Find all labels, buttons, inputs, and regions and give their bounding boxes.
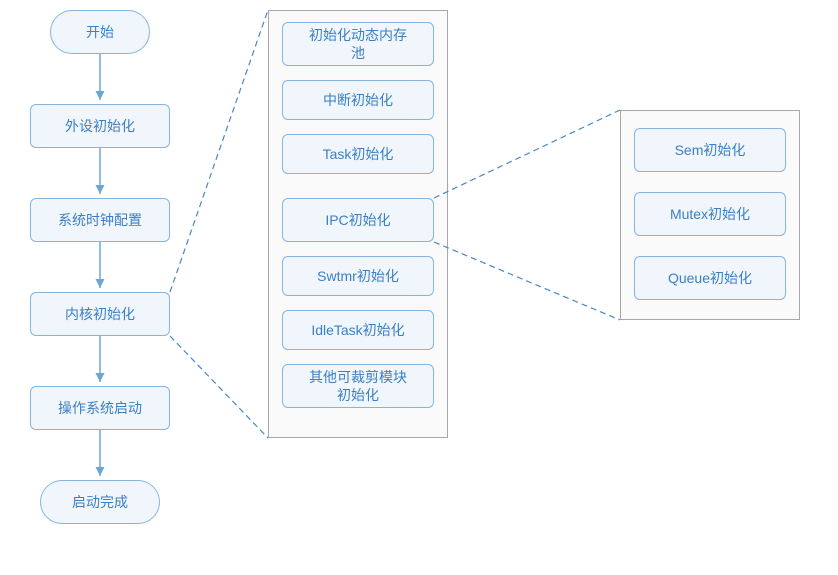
mutex-init-label: Mutex初始化 (670, 205, 750, 223)
swtmr-init-label: Swtmr初始化 (317, 267, 399, 285)
sem-init-label: Sem初始化 (675, 141, 746, 159)
start-label: 开始 (86, 23, 114, 41)
interrupt-init-label: 中断初始化 (323, 91, 393, 109)
os-start-node: 操作系统启动 (30, 386, 170, 430)
dash-kernel-to-container-bottom (170, 336, 268, 438)
idletask-init-node: IdleTask初始化 (282, 310, 434, 350)
interrupt-init-node: 中断初始化 (282, 80, 434, 120)
clock-config-label: 系统时钟配置 (58, 211, 142, 229)
queue-init-label: Queue初始化 (668, 269, 752, 287)
peripheral-init-node: 外设初始化 (30, 104, 170, 148)
peripheral-init-label: 外设初始化 (65, 117, 135, 135)
mempool-init-node: 初始化动态内存 池 (282, 22, 434, 66)
boot-done-label: 启动完成 (72, 493, 128, 511)
task-init-node: Task初始化 (282, 134, 434, 174)
dash-ipc-to-container-top (434, 110, 620, 198)
swtmr-init-node: Swtmr初始化 (282, 256, 434, 296)
ipc-init-node: IPC初始化 (282, 198, 434, 242)
trim-module-init-label: 其他可裁剪模块 初始化 (309, 368, 407, 404)
dash-kernel-to-container-top (170, 10, 268, 292)
kernel-init-node: 内核初始化 (30, 292, 170, 336)
clock-config-node: 系统时钟配置 (30, 198, 170, 242)
idletask-init-label: IdleTask初始化 (311, 321, 404, 339)
mutex-init-node: Mutex初始化 (634, 192, 786, 236)
sem-init-node: Sem初始化 (634, 128, 786, 172)
os-start-label: 操作系统启动 (58, 399, 142, 417)
kernel-init-label: 内核初始化 (65, 305, 135, 323)
mempool-init-label: 初始化动态内存 池 (309, 26, 407, 62)
queue-init-node: Queue初始化 (634, 256, 786, 300)
boot-done-node: 启动完成 (40, 480, 160, 524)
ipc-init-label: IPC初始化 (325, 211, 390, 229)
trim-module-init-node: 其他可裁剪模块 初始化 (282, 364, 434, 408)
task-init-label: Task初始化 (323, 145, 394, 163)
start-node: 开始 (50, 10, 150, 54)
dash-ipc-to-container-bottom (434, 242, 620, 320)
